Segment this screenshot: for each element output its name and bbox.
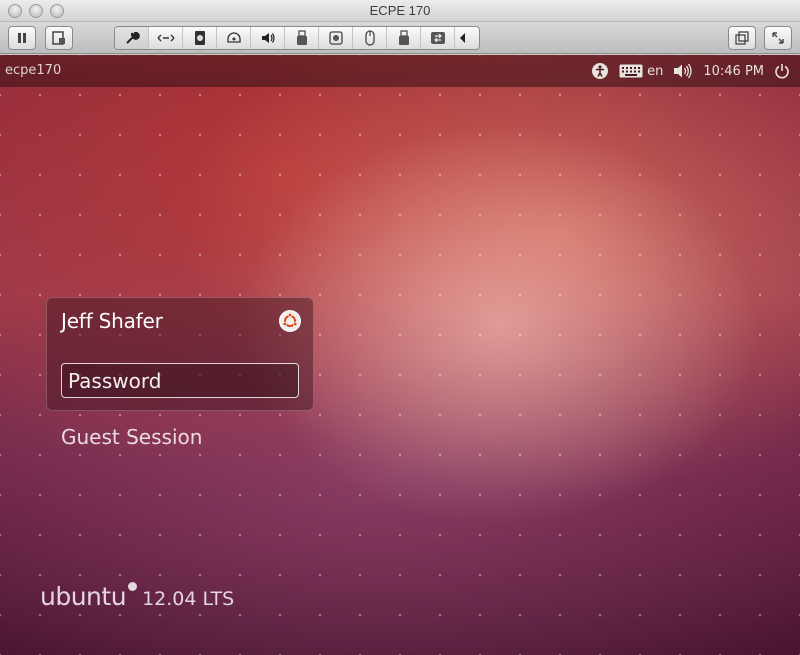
network-button[interactable]	[149, 27, 183, 49]
network-icon	[157, 34, 174, 42]
mouse-button[interactable]	[353, 27, 387, 49]
ubuntu-session-icon	[282, 312, 298, 327]
guest-session-option[interactable]: Guest Session	[61, 425, 202, 449]
snapshot-icon	[52, 31, 65, 45]
camera-icon	[328, 31, 343, 45]
ubuntu-version: 12.04 LTS	[142, 588, 235, 610]
ubuntu-branding: ubuntu 12.04 LTS	[40, 582, 234, 611]
hard-disk-icon	[194, 31, 205, 45]
power-indicator[interactable]	[774, 63, 790, 79]
snapshot-button[interactable]	[45, 26, 73, 50]
settings-button[interactable]	[115, 27, 149, 49]
sync-icon	[430, 32, 445, 44]
top-panel: ecpe170 en 10:46 PM	[0, 55, 800, 87]
sound-icon	[261, 33, 275, 43]
unity-view-icon	[735, 31, 749, 45]
wrench-icon	[125, 31, 140, 44]
sync-button[interactable]	[421, 27, 455, 49]
collapse-arrow-icon	[460, 33, 465, 43]
ubuntu-wordmark: ubuntu	[40, 582, 127, 611]
accessibility-icon	[592, 63, 609, 79]
accessibility-indicator[interactable]	[591, 62, 609, 80]
window-titlebar: ECPE 170	[0, 0, 800, 22]
usb-button[interactable]	[285, 27, 319, 49]
keyboard-layout-label: en	[647, 63, 664, 79]
unity-view-button[interactable]	[728, 26, 756, 50]
cd-drive-icon	[226, 32, 241, 43]
sound-button[interactable]	[251, 27, 285, 49]
fullscreen-icon	[772, 32, 784, 44]
login-card: Jeff Shafer	[46, 297, 314, 411]
clock-time: 10:46 PM	[703, 63, 764, 79]
fullscreen-button[interactable]	[764, 26, 792, 50]
hostname-label: ecpe170	[5, 63, 62, 78]
hard-disk-button[interactable]	[183, 27, 217, 49]
printer-icon	[398, 30, 409, 45]
session-selector-button[interactable]	[279, 310, 301, 332]
keyboard-indicator[interactable]: en	[619, 64, 663, 79]
device-toolbar	[114, 26, 480, 50]
vm-toolbar	[0, 22, 800, 54]
collapse-toolbar-button[interactable]	[455, 27, 471, 49]
power-icon	[775, 64, 789, 79]
camera-button[interactable]	[319, 27, 353, 49]
pause-button[interactable]	[8, 26, 36, 50]
password-input[interactable]	[61, 363, 299, 398]
printer-button[interactable]	[387, 27, 421, 49]
volume-icon	[674, 63, 692, 79]
cd-drive-button[interactable]	[217, 27, 251, 49]
pause-icon	[18, 33, 26, 43]
panel-indicators: en 10:46 PM	[591, 55, 800, 87]
volume-indicator[interactable]	[673, 63, 693, 79]
mouse-icon	[364, 30, 375, 46]
clock-indicator[interactable]: 10:46 PM	[703, 64, 764, 79]
guest-screen: ecpe170 en 10:46 PM Jeff Shafer Guest Se…	[0, 55, 800, 655]
keyboard-icon	[619, 64, 643, 78]
window-title: ECPE 170	[369, 3, 431, 18]
usb-icon	[296, 30, 307, 45]
user-name[interactable]: Jeff Shafer	[61, 309, 163, 333]
circle-of-friends-icon	[128, 582, 138, 591]
